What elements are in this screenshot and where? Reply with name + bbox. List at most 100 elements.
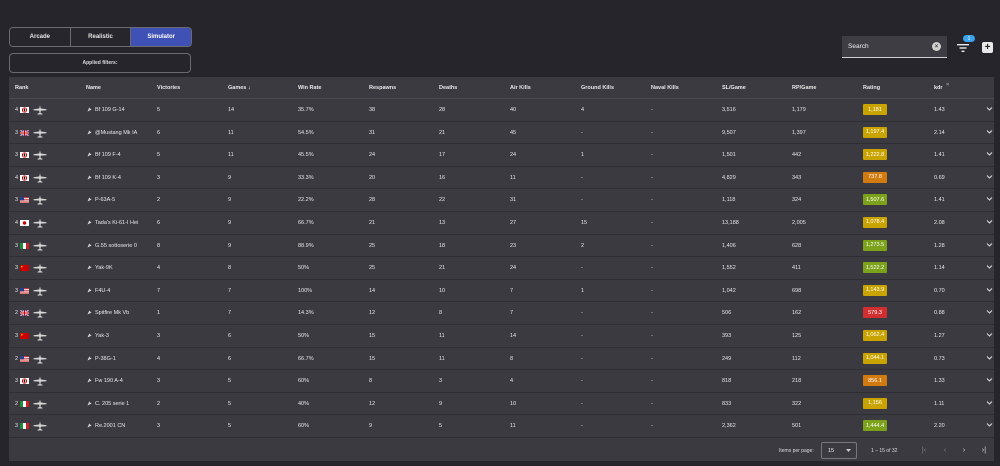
cell-airkills: 45: [510, 129, 517, 136]
cell-games: 6: [228, 355, 232, 362]
cell-games: 14: [228, 107, 235, 113]
cell-airkills: 8: [510, 355, 514, 362]
column-header-victories[interactable]: Victories: [157, 85, 180, 91]
column-header-rpgame[interactable]: RP/Game: [792, 85, 816, 91]
table-row[interactable]: 3 Re.2001 CN 3 5 60% 9 5 11 - - 2,362 501 1,444.4 2.2…: [9, 415, 994, 438]
column-header-airkills[interactable]: Air Kills: [510, 85, 531, 91]
cell-navalkills: -: [651, 423, 653, 430]
fighter-plane-icon: [33, 128, 47, 138]
column-header-winrate[interactable]: Win Rate: [298, 85, 321, 91]
cell-groundkills: 4: [581, 107, 585, 113]
vehicle-name: G.55 sottoserie 0: [95, 242, 137, 249]
chevron-down-icon[interactable]: [986, 355, 993, 361]
filter-icon[interactable]: [956, 42, 970, 54]
last-page-icon[interactable]: ›|: [980, 446, 988, 454]
cell-rpgame: 125: [792, 332, 802, 339]
fighter-type-icon: [87, 401, 92, 406]
column-header-respawns[interactable]: Respawns: [369, 85, 396, 91]
vehicle-name: Re.2001 CN: [95, 423, 126, 430]
column-header-rating[interactable]: Rating: [863, 85, 880, 91]
column-header-slgame[interactable]: SL/Game: [722, 85, 746, 91]
column-header-rank[interactable]: Rank: [15, 85, 28, 91]
cell-slgame: 249: [722, 355, 732, 362]
chevron-down-icon[interactable]: [986, 129, 993, 135]
chevron-down-icon[interactable]: [986, 151, 993, 157]
cell-deaths: 18: [439, 242, 446, 249]
first-page-icon[interactable]: |‹: [920, 446, 928, 454]
mode-tab-arcade[interactable]: Arcade: [10, 28, 71, 46]
column-header-games[interactable]: Games ↓: [228, 85, 251, 91]
applied-filters[interactable]: Applied filters:: [9, 53, 191, 73]
chevron-down-icon[interactable]: [986, 377, 993, 383]
rating-badge: 1,062.4: [863, 329, 887, 341]
column-header-groundkills[interactable]: Ground Kills: [581, 85, 614, 91]
table-row[interactable]: 3 P-63A-5 2 9 22.2% 28 22 31 - - 1,118 324 1,507.6 1.…: [9, 189, 994, 212]
chevron-down-icon[interactable]: [986, 287, 993, 293]
cell-rpgame: 162: [792, 310, 802, 317]
cell-navalkills: -: [651, 152, 653, 159]
cell-respawns: 15: [369, 355, 376, 362]
column-header-navalkills[interactable]: Naval Kills: [651, 85, 679, 91]
cell-deaths: 10: [439, 287, 446, 294]
chevron-down-icon[interactable]: [986, 242, 993, 248]
fighter-plane-icon: [33, 173, 47, 183]
prev-page-icon[interactable]: ‹: [941, 446, 949, 454]
table-row[interactable]: 4 Bf 109 K-4 3 9 33.3% 20 16 11 - - 4,829 343 737.8 0…: [9, 167, 994, 190]
cell-rpgame: 324: [792, 197, 802, 204]
cell-victories: 2: [157, 197, 161, 204]
table-row[interactable]: 3 F4U-4 7 7 100% 14 10 7 1 - 1,042 698 1,143.9 0.70: [9, 280, 994, 303]
clear-icon[interactable]: ×: [932, 42, 941, 51]
table-row[interactable]: 3 Bf 109 F-4 5 11 45.5% 24 17 24 1 - 1,501 442 1,222…: [9, 144, 994, 167]
fighter-plane-icon: [33, 421, 47, 431]
cell-rpgame: 411: [792, 265, 801, 272]
cell-rpgame: 1,397: [792, 129, 806, 136]
chevron-down-icon[interactable]: [986, 309, 993, 315]
cell-victories: 5: [157, 107, 161, 113]
rating-badge: 1,507.6: [863, 194, 887, 206]
chevron-down-icon[interactable]: [986, 400, 993, 406]
table-row[interactable]: 3 G.55 sottoserie 0 8 9 88.9% 25 18 23 2 - 1,406 62…: [9, 235, 994, 258]
chevron-down-icon[interactable]: [986, 106, 993, 112]
rank-value: 4: [15, 174, 19, 181]
table-row[interactable]: 3 Yak-9K 4 8 50% 25 21 24 - - 1,552 411 1,522.2 1.14: [9, 257, 994, 280]
fighter-type-icon: [87, 130, 92, 135]
ussr-flag-icon: [20, 332, 29, 339]
chevron-down-icon[interactable]: [986, 196, 993, 202]
fighter-type-icon: [87, 356, 92, 361]
table-row[interactable]: 2 C. 205 serie 1 2 5 40% 12 9 10 - - 833 322 1,156 1.…: [9, 393, 994, 416]
cell-rpgame: 218: [792, 378, 802, 385]
cell-games: 9: [228, 174, 232, 181]
chevron-down-icon: [846, 449, 851, 452]
vehicle-stats-table: Rank Name Victories Games ↓ Win Rate Respawns…: [9, 77, 994, 461]
table-row[interactable]: 3 Yak-3 3 6 50% 15 11 14 - - 393 125 1,062.4 1.27: [9, 325, 994, 348]
table-row[interactable]: 2 P-38G-1 4 6 66.7% 15 11 8 - - 249 112 1,044.1 0.73: [9, 348, 994, 371]
column-header-name[interactable]: Name: [86, 85, 101, 91]
kdr-remove-icon[interactable]: ×: [946, 82, 949, 88]
chevron-down-icon[interactable]: [986, 219, 993, 225]
chevron-down-icon[interactable]: [986, 264, 993, 270]
cell-navalkills: -: [651, 174, 653, 181]
add-icon[interactable]: +: [982, 42, 993, 53]
table-row[interactable]: 3 @Mustang Mk IA 6 11 54.5% 31 21 45 - - 9,507 1,39…: [9, 122, 994, 145]
page-range-label: 1 – 15 of 32: [871, 448, 898, 454]
column-header-deaths[interactable]: Deaths: [439, 85, 457, 91]
table-row[interactable]: 3 Fw 190 A-4 3 5 60% 8 3 4 - - 818 218 856.1 1.33: [9, 370, 994, 393]
mode-tab-simulator[interactable]: Simulator: [131, 28, 191, 46]
chevron-down-icon[interactable]: [986, 332, 993, 338]
items-per-page-select[interactable]: 15: [821, 442, 857, 459]
cell-airkills: 7: [510, 287, 514, 294]
next-page-icon[interactable]: ›: [960, 446, 968, 454]
germany-flag-icon: [20, 174, 29, 181]
applied-filters-label: Applied filters:: [82, 60, 118, 66]
table-row[interactable]: 4 Tada's Ki-61-I Hei 6 9 66.7% 21 13 27 15 - 13,18…: [9, 212, 994, 235]
column-header-kdr[interactable]: kdr: [934, 85, 943, 91]
cell-kdr: 0.73: [934, 355, 945, 362]
chevron-down-icon[interactable]: [986, 174, 993, 180]
chevron-down-icon[interactable]: [986, 422, 993, 428]
rating-badge: 1,044.1: [863, 352, 887, 364]
search-input[interactable]: Search ×: [842, 36, 947, 58]
rank-value: 3: [15, 287, 19, 294]
table-row[interactable]: 2 Spitfire Mk Vb 1 7 14.3% 12 8 7 - - 506 162 579.3 0…: [9, 302, 994, 325]
table-row[interactable]: 4 Bf 109 G-14 5 14 35.7% 38 28 40 4 - 3,516 1,179 1,…: [9, 99, 994, 122]
mode-tab-realistic[interactable]: Realistic: [70, 28, 132, 46]
